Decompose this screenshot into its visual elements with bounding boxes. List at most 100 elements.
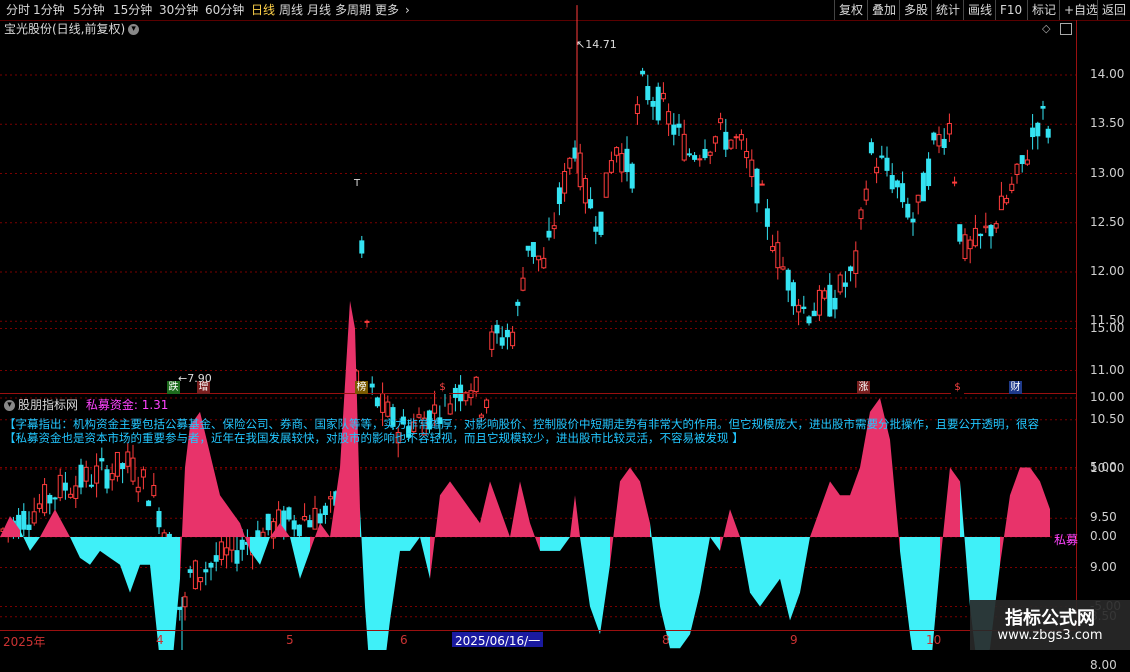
candle-body (582, 178, 588, 204)
indicator-tick: 0.00 (1090, 529, 1117, 543)
event-marker[interactable]: $ (951, 381, 964, 394)
candle-body (941, 138, 947, 149)
candle-body (822, 290, 828, 299)
candle-body (671, 124, 677, 135)
indicator-desc-2: 【私募资金也是资本市场的重要参与者，近年在我国发展较快，对股市的影响也不容轻视，… (4, 431, 744, 445)
candle-body (114, 451, 120, 477)
indicator-title: ▾ 股朋指标网 私募资金: 1.31 (4, 397, 168, 413)
candle-body (915, 194, 921, 203)
indicator-area-segment (840, 495, 850, 537)
indicator-area-segment (950, 467, 960, 537)
candle-body (936, 134, 942, 147)
candle-body (525, 245, 531, 251)
candle-body (504, 329, 510, 338)
indicator-area-segment (40, 509, 55, 537)
candle-body (733, 136, 739, 139)
candle-body (499, 337, 505, 346)
x-label-month: 10 (926, 633, 942, 647)
chevron-down-icon[interactable]: ▾ (4, 400, 15, 411)
indicator-area-segment (900, 537, 910, 635)
marker-t: T (354, 178, 361, 189)
event-marker[interactable]: 涨 (857, 381, 870, 394)
candle-body (879, 155, 885, 158)
candle-body (598, 211, 604, 235)
candle-body (1045, 128, 1051, 138)
candle-body (629, 163, 635, 189)
candle-body (1019, 155, 1025, 165)
x-label-month: 5 (286, 633, 294, 647)
candle-body (530, 242, 536, 257)
watermark-url: www.zbgs3.com (997, 628, 1103, 643)
candle-body (754, 168, 760, 204)
indicator-area-segment (520, 481, 530, 537)
indicator-area-segment (940, 467, 950, 565)
indicator-area-segment (960, 481, 970, 607)
event-marker[interactable]: 财 (1009, 381, 1022, 394)
candle-body (593, 226, 599, 232)
candle-body (380, 393, 386, 413)
candle-body (239, 539, 245, 550)
candle-body (759, 183, 765, 186)
selected-date[interactable]: 2025/06/16/一 (452, 632, 544, 648)
series-end-label: 私募 (1054, 533, 1079, 547)
candle-body (328, 496, 334, 500)
candle-body (770, 246, 776, 252)
price-tick: 14.00 (1090, 67, 1125, 81)
candle-body (926, 158, 932, 187)
candle-body (447, 403, 453, 415)
candle-body (577, 152, 583, 188)
candle-body (712, 136, 718, 144)
indicator-area-segment (830, 481, 840, 537)
candle-body (868, 142, 874, 154)
indicator-area-segment (300, 537, 310, 579)
indicator-area-segment (320, 523, 330, 537)
candle-body (473, 376, 479, 393)
event-marker[interactable]: $ (436, 381, 449, 394)
candle-body (853, 250, 859, 274)
candle-body (848, 266, 854, 272)
candle-body (1030, 127, 1036, 138)
candle-body (905, 203, 911, 218)
candle-body (723, 131, 729, 150)
candle-body (650, 101, 656, 107)
candle-body (208, 562, 214, 568)
candle-body (494, 324, 500, 334)
panel-separator (0, 393, 1076, 394)
indicator-area-segment (850, 467, 860, 537)
candle-body (286, 507, 292, 520)
candle-body (962, 234, 968, 260)
indicator-area-segment (580, 537, 590, 607)
price-chart (0, 5, 1076, 650)
indicator-area-segment (390, 537, 400, 621)
indicator-area-segment (55, 509, 70, 537)
indicator-area-segment (690, 537, 700, 635)
indicator-area-segment (230, 509, 240, 537)
candle-body (546, 230, 552, 238)
indicator-area-segment (180, 467, 185, 579)
candle-body (624, 148, 630, 173)
candle-body (728, 139, 734, 149)
event-marker[interactable]: 榜 (355, 381, 368, 394)
candle-body (432, 404, 438, 414)
x-label-month: 4 (156, 633, 164, 647)
candle-body (385, 401, 391, 417)
indicator-area-segment (590, 537, 600, 635)
indicator-area-segment (530, 523, 540, 551)
candle-body (556, 187, 562, 205)
candle-body (26, 524, 32, 530)
candle-body (1004, 197, 1010, 204)
watermark: 指标公式网 www.zbgs3.com (970, 600, 1130, 650)
candle-body (302, 515, 308, 521)
candle-body (21, 510, 27, 530)
candle-body (312, 507, 318, 530)
candle-body (967, 239, 973, 250)
candle-body (910, 218, 916, 223)
candle-body (806, 316, 812, 324)
candle-body (182, 596, 188, 608)
price-tick: 12.50 (1090, 214, 1125, 229)
indicator-area-segment (600, 537, 610, 635)
candle-body (983, 225, 989, 229)
price-tick: 10.50 (1090, 411, 1125, 426)
indicator-area-segment (510, 481, 520, 537)
indicator-area-segment (780, 537, 790, 621)
